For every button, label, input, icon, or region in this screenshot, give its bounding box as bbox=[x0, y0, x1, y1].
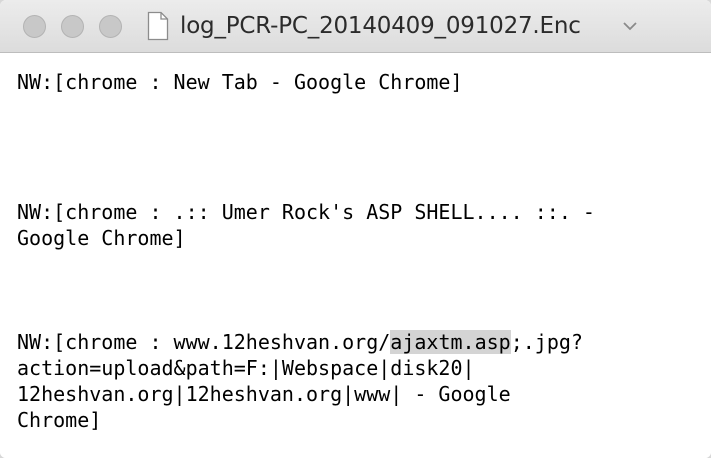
log-line: 12heshvan.org|12heshvan.org|www| - Googl… bbox=[17, 382, 511, 406]
window-title[interactable]: log_PCR-PC_20140409_091027.Enc bbox=[180, 11, 581, 41]
selected-text[interactable]: ajaxtm.asp bbox=[390, 330, 511, 354]
log-line: NW:[chrome : New Tab - Google Chrome] bbox=[17, 70, 463, 94]
document-icon bbox=[147, 11, 169, 41]
minimize-button[interactable] bbox=[61, 15, 84, 38]
close-button[interactable] bbox=[23, 15, 46, 38]
chevron-down-icon[interactable] bbox=[622, 20, 638, 32]
document-content[interactable]: NW:[chrome : New Tab - Google Chrome] NW… bbox=[0, 53, 711, 458]
document-window: log_PCR-PC_20140409_091027.Enc NW:[chrom… bbox=[0, 0, 711, 458]
log-text: NW:[chrome : www.12heshvan.org/ bbox=[17, 330, 391, 354]
title-bar[interactable]: log_PCR-PC_20140409_091027.Enc bbox=[0, 0, 711, 53]
log-line: action=upload&path=F:|Webspace|disk20| bbox=[17, 356, 475, 380]
log-line: NW:[chrome : .:: Umer Rock's ASP SHELL..… bbox=[17, 200, 595, 224]
log-line: Google Chrome] bbox=[17, 226, 186, 250]
log-text: ;.jpg? bbox=[510, 330, 583, 354]
zoom-button[interactable] bbox=[99, 15, 122, 38]
log-line: NW:[chrome : www.12heshvan.org/ajaxtm.as… bbox=[17, 329, 583, 355]
log-line: Chrome] bbox=[17, 408, 102, 432]
